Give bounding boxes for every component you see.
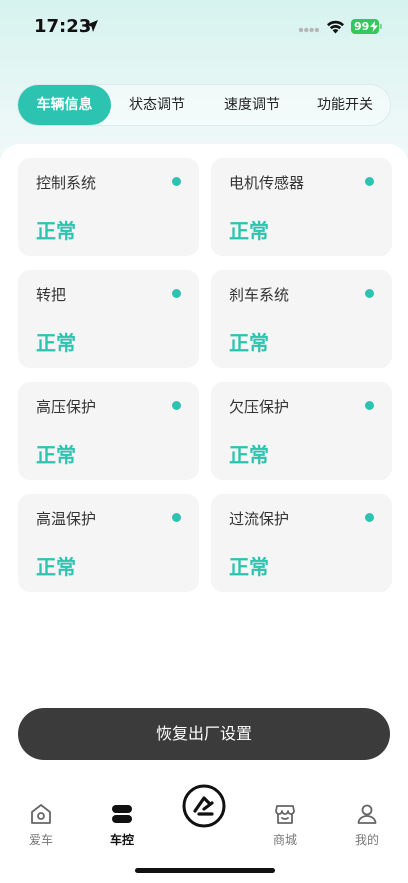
tab-bar: 车辆信息 状态调节 速度调节 功能开关 — [17, 84, 391, 126]
tab-status-adjust[interactable]: 状态调节 — [111, 85, 203, 125]
card-title: 欠压保护 — [229, 398, 290, 416]
status-dot-icon — [172, 401, 181, 410]
nav-label: 我的 — [354, 833, 379, 847]
card-status: 正常 — [229, 555, 269, 579]
nav-item-profile[interactable]: 我的 — [337, 802, 397, 848]
factory-reset-button[interactable]: 恢复出厂设置 — [18, 708, 390, 760]
wifi-icon — [327, 20, 344, 34]
card-title: 控制系统 — [36, 174, 97, 192]
card-status: 正常 — [229, 219, 269, 243]
location-arrow-icon — [86, 20, 98, 32]
status-card-undervoltage: 欠压保护 正常 — [211, 382, 392, 480]
tab-function-switch[interactable]: 功能开关 — [301, 85, 389, 125]
status-bar: 17:23 99 — [0, 0, 408, 56]
tab-vehicle-info[interactable]: 车辆信息 — [18, 85, 111, 125]
status-card-control-system: 控制系统 正常 — [18, 158, 199, 256]
card-status: 正常 — [36, 555, 76, 579]
status-card-brake-system: 刹车系统 正常 — [211, 270, 392, 368]
status-dot-icon — [365, 513, 374, 522]
control-icon — [112, 805, 132, 823]
battery-level: 99 — [354, 20, 370, 33]
status-card-overcurrent: 过流保护 正常 — [211, 494, 392, 592]
store-icon — [275, 805, 295, 824]
battery-indicator: 99 — [351, 19, 379, 34]
home-icon — [31, 804, 51, 824]
nav-label: 爱车 — [28, 833, 53, 847]
card-status: 正常 — [229, 443, 269, 467]
card-status: 正常 — [229, 331, 269, 355]
status-dot-icon — [365, 289, 374, 298]
status-card-motor-sensor: 电机传感器 正常 — [211, 158, 392, 256]
card-status: 正常 — [36, 219, 76, 243]
nav-item-store[interactable]: 商城 — [255, 802, 315, 848]
card-title: 电机传感器 — [229, 174, 305, 192]
signal-dots-icon — [298, 27, 320, 33]
status-dot-icon — [365, 177, 374, 186]
nav-label: 商城 — [272, 833, 297, 847]
card-title: 过流保护 — [229, 510, 290, 528]
status-dot-icon — [365, 401, 374, 410]
home-indicator — [135, 868, 275, 873]
card-title: 高温保护 — [36, 510, 97, 528]
card-title: 刹车系统 — [229, 286, 290, 304]
battery-cap — [380, 24, 382, 29]
status-card-throttle: 转把 正常 — [18, 270, 199, 368]
status-card-overvoltage: 高压保护 正常 — [18, 382, 199, 480]
status-time: 17:23 — [34, 16, 92, 37]
card-status: 正常 — [36, 443, 76, 467]
card-title: 转把 — [36, 286, 67, 304]
main-content: 控制系统 正常 电机传感器 正常 转把 正常 刹车系统 正常 高压保护 正常 欠… — [0, 144, 408, 784]
status-dot-icon — [172, 513, 181, 522]
profile-icon — [357, 804, 377, 824]
tab-speed-adjust[interactable]: 速度调节 — [206, 85, 298, 125]
card-status: 正常 — [36, 331, 76, 355]
nav-item-car-control[interactable]: 车控 — [92, 802, 152, 848]
brand-logo-icon[interactable] — [182, 784, 226, 828]
nav-item-my-car[interactable]: 爱车 — [11, 802, 71, 848]
status-card-overheat: 高温保护 正常 — [18, 494, 199, 592]
status-dot-icon — [172, 289, 181, 298]
status-dot-icon — [172, 177, 181, 186]
charging-bolt-icon — [370, 21, 378, 32]
card-title: 高压保护 — [36, 398, 97, 416]
nav-label: 车控 — [109, 833, 134, 847]
